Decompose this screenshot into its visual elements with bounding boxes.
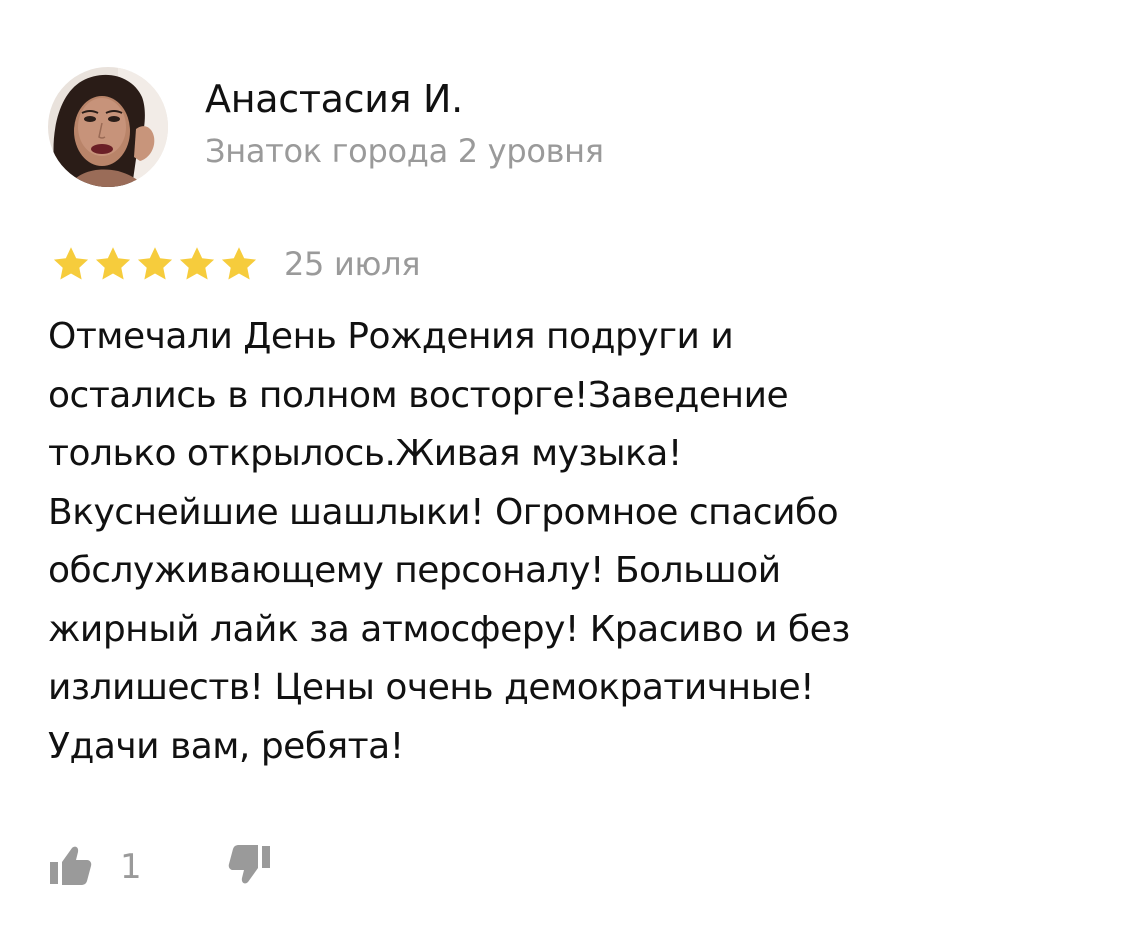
like-button[interactable]: 1 — [48, 844, 142, 890]
star-icon — [136, 246, 174, 282]
avatar-photo-icon — [48, 67, 168, 187]
rating-row: 25 июля — [52, 244, 421, 284]
like-count: 1 — [120, 847, 142, 887]
dislike-button[interactable] — [228, 844, 272, 890]
author-avatar[interactable] — [48, 67, 168, 187]
star-icon — [94, 246, 132, 282]
review-header: Анастасия И. Знаток города 2 уровня — [48, 66, 604, 188]
author-name[interactable]: Анастасия И. — [205, 75, 604, 123]
review-date: 25 июля — [284, 245, 421, 283]
review-text: Отмечали День Рождения подруги и осталис… — [48, 316, 850, 767]
review-actions: 1 — [48, 844, 272, 890]
star-icon — [220, 246, 258, 282]
star-rating — [52, 246, 258, 282]
star-icon — [52, 246, 90, 282]
review-card: Анастасия И. Знаток города 2 уровня 25 и… — [0, 0, 1125, 938]
thumbs-down-icon — [228, 844, 272, 890]
author-info: Анастасия И. Знаток города 2 уровня — [205, 75, 604, 171]
star-icon — [178, 246, 216, 282]
thumbs-up-icon — [48, 844, 92, 890]
author-level: Знаток города 2 уровня — [205, 132, 604, 170]
